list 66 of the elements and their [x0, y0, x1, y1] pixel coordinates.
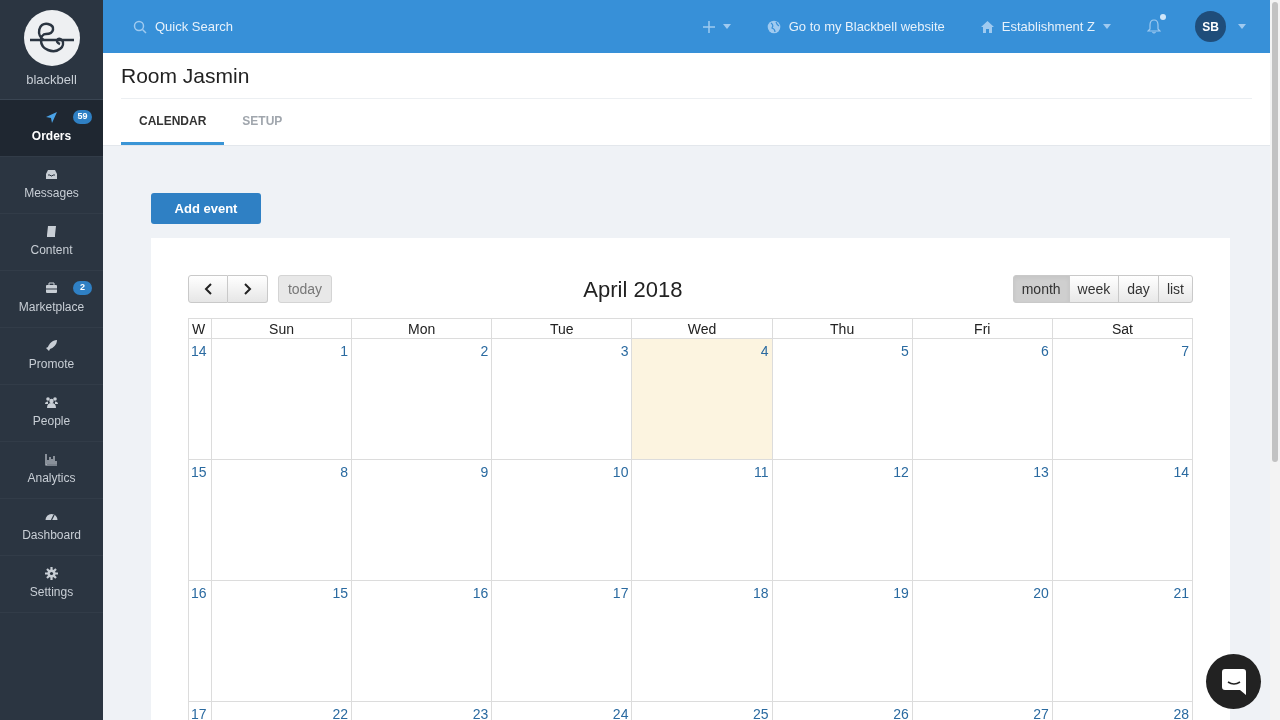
- sidebar-item[interactable]: Content: [0, 214, 103, 271]
- day-cell: 10: [492, 460, 633, 581]
- count-badge: 2: [73, 281, 92, 295]
- search-field[interactable]: Quick Search: [155, 16, 355, 37]
- tab[interactable]: CALENDAR: [121, 99, 225, 145]
- day-cell: 9: [352, 460, 493, 581]
- settings-icon: [45, 567, 58, 580]
- caret-icon: [722, 24, 731, 29]
- sidebar-item[interactable]: Settings: [0, 556, 103, 613]
- home-icon: [980, 20, 994, 33]
- day-cell: 3: [492, 339, 633, 460]
- search-icon: [133, 19, 147, 34]
- bell-icon: [1147, 19, 1161, 34]
- inbox-icon: [45, 168, 58, 181]
- day-cell: 20: [912, 581, 1053, 702]
- sidebar-item[interactable]: Dashboard: [0, 499, 103, 556]
- day-cell: 6: [912, 339, 1053, 460]
- sidebar-item[interactable]: Orders 59: [0, 100, 103, 157]
- sidebar-item[interactable]: Marketplace 2: [0, 271, 103, 328]
- plus-icon: [702, 20, 715, 33]
- chat-icon: [1221, 668, 1246, 695]
- view-button[interactable]: list: [1157, 275, 1193, 303]
- calendar-title: April 2018: [582, 275, 684, 304]
- day-cell: 21: [1052, 581, 1193, 702]
- page-title: Room Jasmin: [121, 53, 1252, 99]
- people-icon: [45, 396, 58, 409]
- view-button[interactable]: day: [1118, 275, 1159, 303]
- sidebar-item[interactable]: People: [0, 385, 103, 442]
- paper-plane-icon: [45, 111, 58, 124]
- sidebar-item[interactable]: Messages: [0, 157, 103, 214]
- day-cell: 18: [632, 581, 773, 702]
- day-cell: 16: [352, 581, 493, 702]
- day-cell: 8: [212, 460, 353, 581]
- count-badge: 59: [73, 110, 92, 124]
- logo-icon: [23, 9, 80, 66]
- column-header: W: [189, 319, 212, 339]
- next-button[interactable]: [228, 275, 268, 303]
- day-cell: 7: [1052, 339, 1193, 460]
- scrollbar[interactable]: [1270, 0, 1280, 720]
- day-cell: 1: [212, 339, 353, 460]
- previous-button[interactable]: [188, 275, 228, 303]
- day-cell: 17: [492, 581, 633, 702]
- brand-name: blackbell: [26, 70, 77, 89]
- globe-icon: [766, 19, 781, 34]
- day-cell: 4: [632, 339, 773, 460]
- briefcase-icon: [45, 282, 58, 295]
- book-icon: [45, 225, 58, 238]
- caret-icon: [1103, 24, 1111, 29]
- bar-chart-icon: [45, 453, 58, 466]
- add-event-button[interactable]: Add event: [151, 193, 261, 224]
- day-cell: 19: [772, 581, 913, 702]
- day-cell: 12: [772, 460, 913, 581]
- day-cell: 11: [632, 460, 773, 581]
- sidebar-item[interactable]: Analytics: [0, 442, 103, 499]
- day-cell: 13: [912, 460, 1053, 581]
- day-cell: 15: [212, 581, 353, 702]
- sidebar-item[interactable]: Promote: [0, 328, 103, 385]
- view-button[interactable]: week: [1068, 275, 1120, 303]
- day-cell: 5: [772, 339, 913, 460]
- today-button[interactable]: today: [278, 275, 332, 303]
- chevron-left-icon: [204, 283, 212, 295]
- day-cell: 14: [1052, 460, 1193, 581]
- view-button[interactable]: month: [1012, 275, 1070, 303]
- chevron-right-icon: [243, 283, 252, 295]
- day-cell: 2: [352, 339, 493, 460]
- caret-icon: [1238, 24, 1246, 29]
